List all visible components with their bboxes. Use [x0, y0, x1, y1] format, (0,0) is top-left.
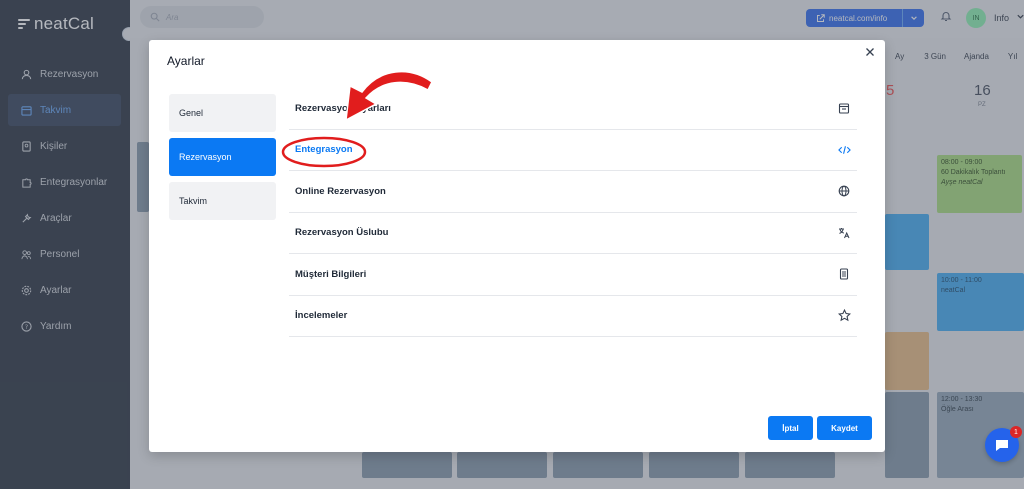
globe-icon [837, 184, 851, 198]
cancel-button[interactable]: İptal [768, 416, 813, 440]
list-item-label: Entegrasyon [295, 144, 353, 156]
code-icon [837, 143, 851, 157]
settings-list: Rezervasyon Ayarları Entegrasyon Online … [289, 88, 857, 337]
save-button[interactable]: Kaydet [817, 416, 872, 440]
list-item-label: Rezervasyon Üslubu [295, 227, 389, 239]
settings-modal: Ayarlar Genel Rezervasyon Takvim Rezerva… [149, 40, 885, 452]
modal-title: Ayarlar [167, 54, 205, 68]
list-item-musteri-bilgileri[interactable]: Müşteri Bilgileri [289, 254, 857, 296]
star-icon [837, 309, 851, 323]
list-item-label: İncelemeler [295, 310, 348, 322]
list-item-entegrasyon[interactable]: Entegrasyon [289, 130, 857, 171]
list-item-label: Müşteri Bilgileri [295, 268, 367, 280]
chat-icon [996, 440, 1008, 451]
settings-side-tabs: Genel Rezervasyon Takvim [169, 94, 276, 226]
list-item-label: Rezervasyon Ayarları [295, 102, 391, 114]
tab-takvim[interactable]: Takvim [169, 182, 276, 220]
close-icon[interactable] [865, 46, 875, 60]
translate-icon [837, 226, 851, 240]
tab-genel[interactable]: Genel [169, 94, 276, 132]
document-icon [837, 267, 851, 281]
tab-rezervasyon[interactable]: Rezervasyon [169, 138, 276, 176]
list-item-rezervasyon-uslubu[interactable]: Rezervasyon Üslubu [289, 213, 857, 254]
list-item-label: Online Rezervasyon [295, 185, 386, 197]
list-item-incelemeler[interactable]: İncelemeler [289, 296, 857, 337]
chat-notification-badge: 1 [1010, 426, 1022, 438]
list-item-online-rezervasyon[interactable]: Online Rezervasyon [289, 171, 857, 213]
list-item-rezervasyon-ayarlari[interactable]: Rezervasyon Ayarları [289, 88, 857, 130]
calendar-box-icon [837, 101, 851, 115]
